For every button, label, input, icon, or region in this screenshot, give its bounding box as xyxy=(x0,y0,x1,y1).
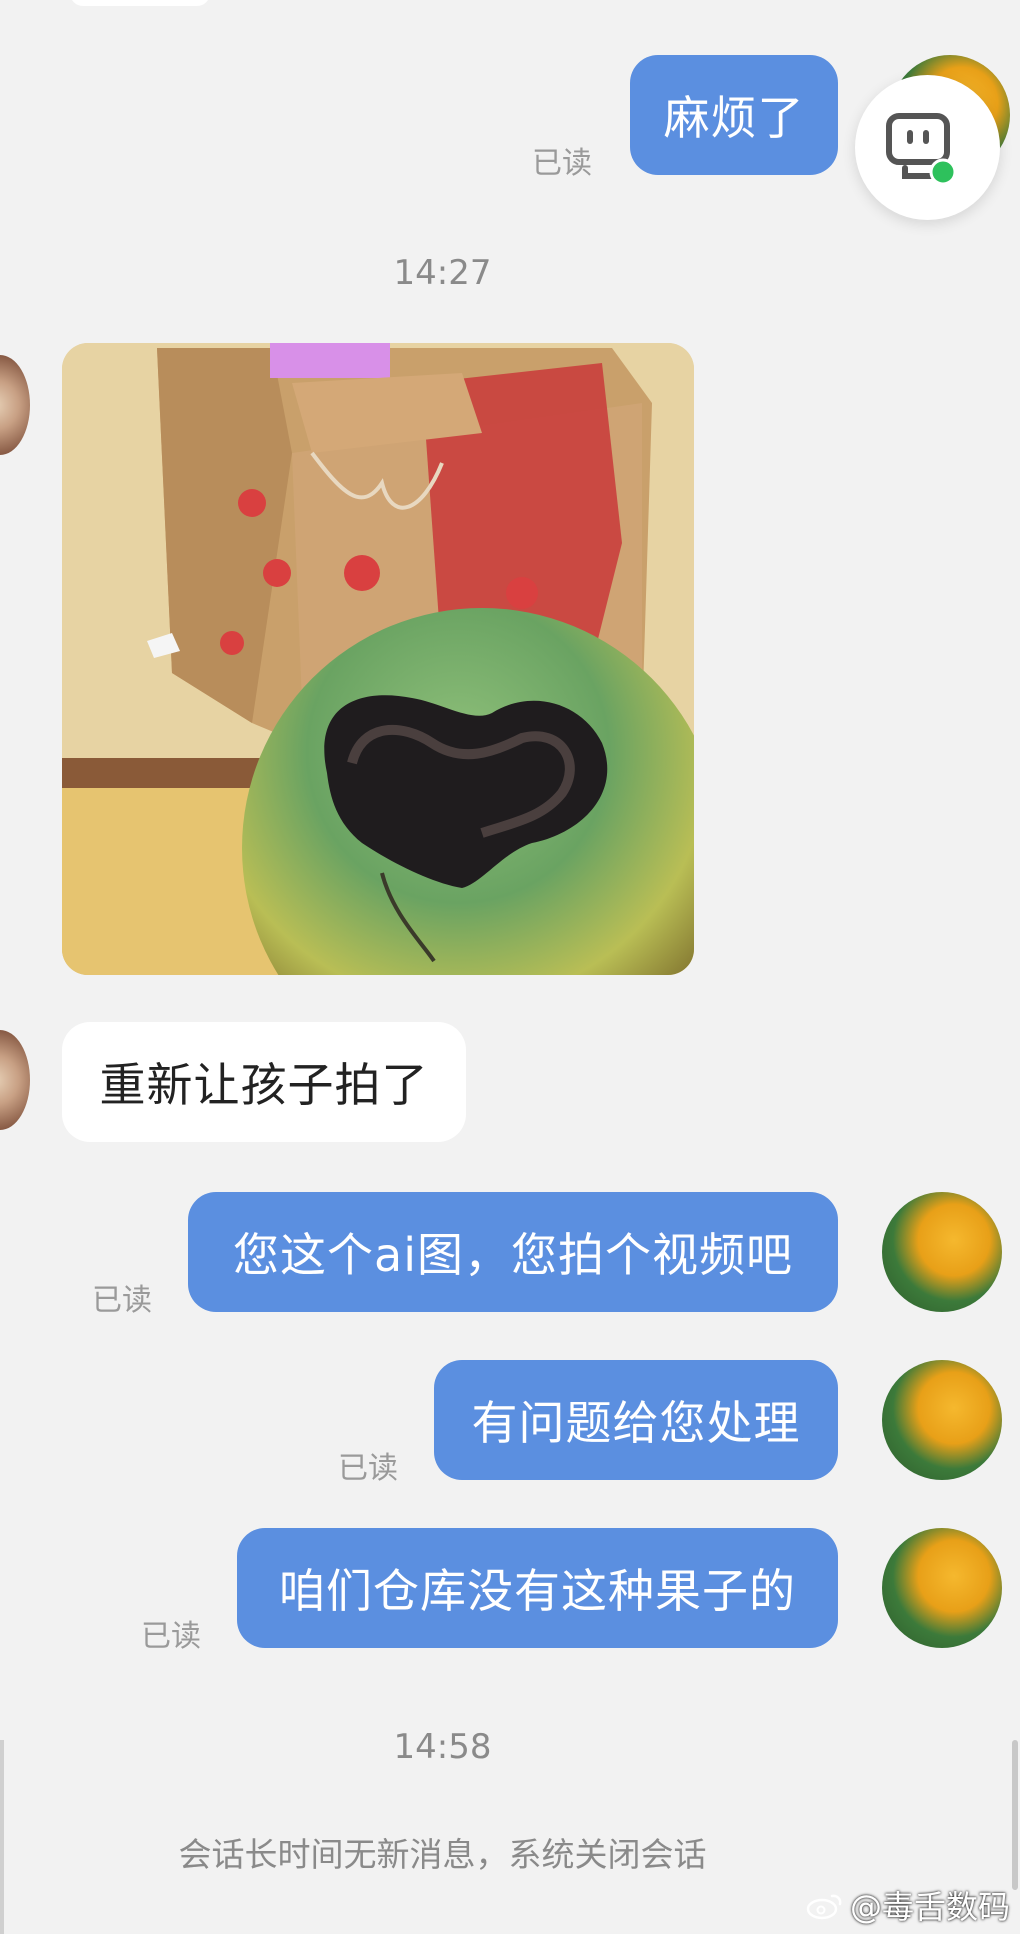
timestamp: 14:27 xyxy=(393,253,492,293)
left-edge-divider xyxy=(0,1740,4,1934)
message-bubble-outgoing[interactable]: 麻烦了 xyxy=(630,55,838,175)
user-avatar[interactable] xyxy=(882,1360,1002,1480)
message-text: 咱们仓库没有这种果子的 xyxy=(279,1564,796,1618)
assistant-button[interactable] xyxy=(855,75,1000,220)
read-status: 已读 xyxy=(338,1451,398,1486)
read-status: 已读 xyxy=(141,1619,201,1654)
photo-rotten-fruit-box xyxy=(62,343,694,975)
weibo-icon xyxy=(806,1894,842,1920)
previous-message-bubble xyxy=(70,0,210,6)
user-avatar[interactable] xyxy=(882,1528,1002,1648)
message-bubble-outgoing[interactable]: 有问题给您处理 xyxy=(434,1360,838,1480)
robot-chat-icon xyxy=(886,113,957,186)
message-text: 有问题给您处理 xyxy=(471,1396,801,1450)
read-status: 已读 xyxy=(532,146,592,181)
message-bubble-outgoing[interactable]: 咱们仓库没有这种果子的 xyxy=(237,1528,838,1648)
watermark: @毒舌数码 xyxy=(806,1882,1010,1928)
system-message: 会话长时间无新消息，系统关闭会话 xyxy=(178,1835,707,1874)
read-status: 已读 xyxy=(92,1283,152,1318)
message-text: 重新让孩子拍了 xyxy=(99,1058,429,1112)
image-message[interactable] xyxy=(62,343,694,975)
message-text: 您这个ai图，您拍个视频吧 xyxy=(233,1228,793,1282)
message-text: 麻烦了 xyxy=(663,91,805,145)
merchant-avatar[interactable] xyxy=(0,355,30,455)
merchant-avatar[interactable] xyxy=(0,1030,30,1130)
message-bubble-incoming[interactable]: 重新让孩子拍了 xyxy=(62,1022,466,1142)
user-avatar[interactable] xyxy=(882,1192,1002,1312)
scrollbar[interactable] xyxy=(1012,1740,1018,1890)
watermark-text: @毒舌数码 xyxy=(849,1888,1010,1926)
timestamp: 14:58 xyxy=(393,1727,492,1767)
message-bubble-outgoing[interactable]: 您这个ai图，您拍个视频吧 xyxy=(188,1192,838,1312)
